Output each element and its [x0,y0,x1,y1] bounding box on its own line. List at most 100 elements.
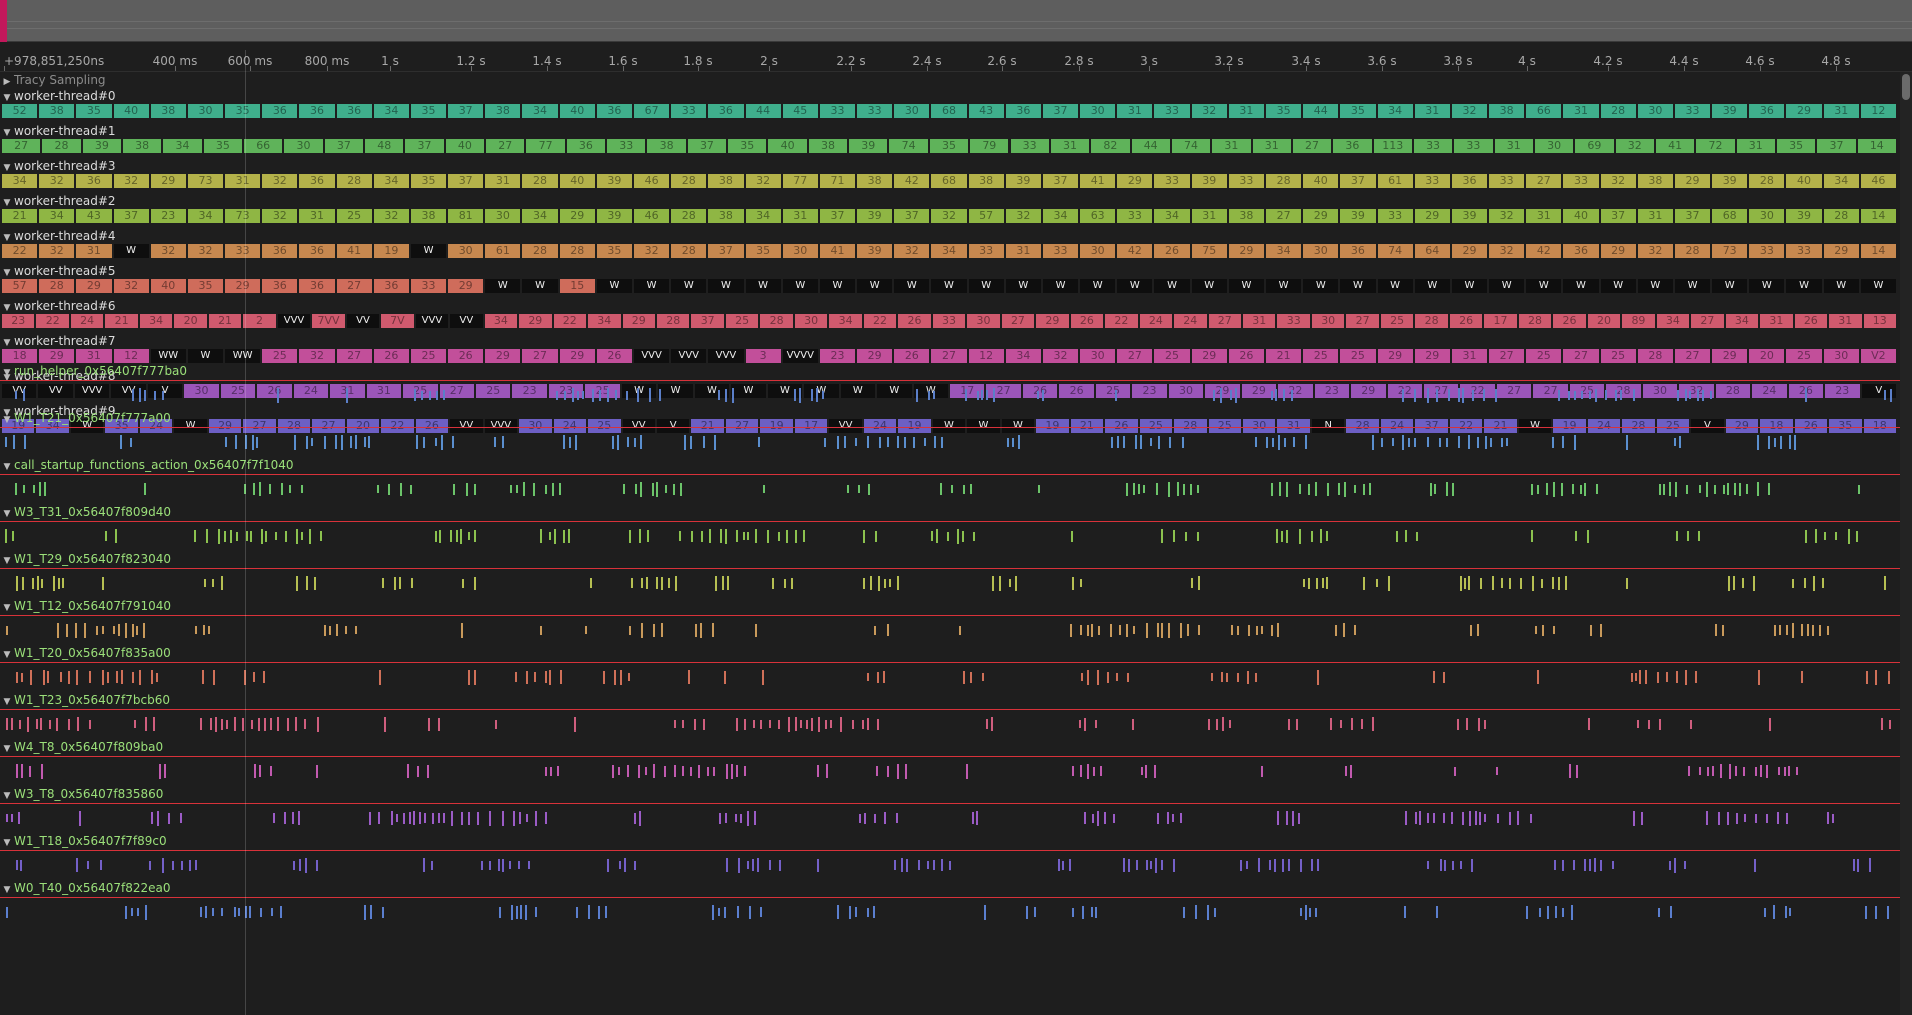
zone-block[interactable]: 27 [522,349,558,363]
plot-event-bar[interactable] [874,625,877,635]
zone-block[interactable]: 31 [1117,104,1153,118]
plot-event-bar[interactable] [20,764,23,778]
plot-event-bar[interactable] [725,388,728,402]
plot-event-bar[interactable] [1104,812,1107,824]
plot-event-bar[interactable] [933,860,936,870]
plot-event-bar[interactable] [335,435,338,449]
plot-event-bar[interactable] [15,575,18,591]
plot-event-bar[interactable] [1446,482,1449,496]
plot-event-bar[interactable] [1084,812,1087,824]
zone-block[interactable]: 31 [782,209,818,223]
zone-block[interactable]: 38 [150,104,186,118]
plot-event-bar[interactable] [300,532,303,540]
plot-event-bar[interactable] [1760,765,1763,777]
plot-event-bar[interactable] [1234,387,1237,403]
plot-event-bar[interactable] [304,857,307,873]
plot-event-bar[interactable] [965,763,968,779]
plot-event-bar[interactable] [520,905,523,919]
plot-event-bar[interactable] [1536,484,1539,494]
plot-event-bar[interactable] [233,907,236,917]
plot-event-bar[interactable] [883,578,886,588]
plot-event-bar[interactable] [545,812,548,824]
plot-event-bar[interactable] [1479,577,1482,589]
plot-event-bar[interactable] [1735,812,1738,824]
plot-event-bar[interactable] [1113,813,1116,823]
plot-event-bar[interactable] [1183,906,1186,918]
zone-block[interactable]: 36 [299,279,335,293]
plot-event-bar[interactable] [1887,905,1890,919]
plot-event-bar[interactable] [1246,861,1249,869]
plot-event-bar[interactable] [47,671,50,683]
plot-event-bar[interactable] [1414,812,1417,824]
zone-block[interactable]: 29 [76,279,112,293]
plot-event-bar[interactable] [1057,859,1060,871]
zone-block[interactable]: 34 [139,314,173,328]
zone-block[interactable]: 34 [39,209,75,223]
plot-event-bar[interactable] [349,436,352,448]
plot-event-bar[interactable] [215,716,218,732]
plot-event-bar[interactable] [1574,531,1577,541]
plot-event-bar[interactable] [1583,859,1586,871]
zone-block[interactable]: 61 [485,244,521,258]
plot-event-bar[interactable] [1190,483,1193,495]
plot-event-bar[interactable] [1326,531,1329,541]
plot-event-bar[interactable] [645,577,648,589]
zone-block[interactable]: 3 [745,349,781,363]
plot-event-bar[interactable] [10,814,13,822]
plot-event-bar[interactable] [76,669,79,685]
plot-event-bar[interactable] [15,764,18,778]
plot-event-bar[interactable] [101,669,104,685]
plot-event-bar[interactable] [1082,905,1085,919]
plot-event-bar[interactable] [1276,623,1279,637]
zone-block[interactable]: 32 [150,244,186,258]
plot-event-bar[interactable] [545,766,548,776]
zone-block[interactable]: 29 [559,209,595,223]
zone-block[interactable]: 35 [1340,104,1376,118]
plot-event-bar[interactable] [1273,858,1276,872]
plot-event-bar[interactable] [1689,391,1692,399]
zone-block[interactable]: 113 [1373,139,1412,153]
plot-event-bar[interactable] [698,764,701,778]
plot-event-bar[interactable] [254,764,257,778]
plot-event-bar[interactable] [1668,860,1671,870]
plot-event-bar[interactable] [1822,578,1825,588]
plot-event-bar[interactable] [1090,623,1093,637]
zone-block[interactable]: 29 [1191,349,1227,363]
zone-block[interactable]: 36 [299,104,335,118]
plot-event-bar[interactable] [1767,435,1770,449]
plot-event-bar[interactable] [990,717,993,731]
zone-block[interactable]: 32 [113,174,149,188]
zone-block[interactable]: 33 [410,279,447,293]
plot-event-bar[interactable] [927,390,930,400]
plot-event-bar[interactable] [459,528,462,544]
plot-event-bar[interactable] [301,485,304,493]
zone-block[interactable]: 30 [1311,314,1345,328]
plot-event-bar[interactable] [1371,434,1374,450]
plot-event-bar[interactable] [1706,481,1709,497]
plot-event-bar[interactable] [468,669,471,685]
plot-event-bar[interactable] [999,575,1002,591]
plot-event-bar[interactable] [1529,813,1532,823]
plot-event-bar[interactable] [390,811,393,825]
zone-block[interactable]: 74 [1377,244,1413,258]
plot-event-bar[interactable] [102,626,105,634]
zone-block[interactable]: W [1414,279,1450,293]
plot-event-bar[interactable] [1501,578,1504,588]
plot-event-bar[interactable] [1096,810,1099,826]
plot-event-bar[interactable] [1012,437,1015,447]
zone-block[interactable]: 44 [1303,104,1339,118]
plot-event-bar[interactable] [612,764,615,778]
plot-event-bar[interactable] [1546,483,1549,495]
plot-event-bar[interactable] [162,857,165,873]
plot-event-bar[interactable] [1562,436,1565,448]
zone-block[interactable]: 33 [1228,174,1264,188]
plot-event-bar[interactable] [131,908,134,916]
zone-block[interactable]: 25 [1786,349,1822,363]
zone-block[interactable]: 36 [299,174,335,188]
plot-event-bar[interactable] [1226,672,1229,682]
zone-block[interactable]: 32 [1489,244,1525,258]
plot-event-bar[interactable] [1501,437,1504,447]
zone-block[interactable]: 22 [2,244,38,258]
plot-event-bar[interactable] [1375,579,1378,587]
plot-event-bar[interactable] [199,718,202,730]
